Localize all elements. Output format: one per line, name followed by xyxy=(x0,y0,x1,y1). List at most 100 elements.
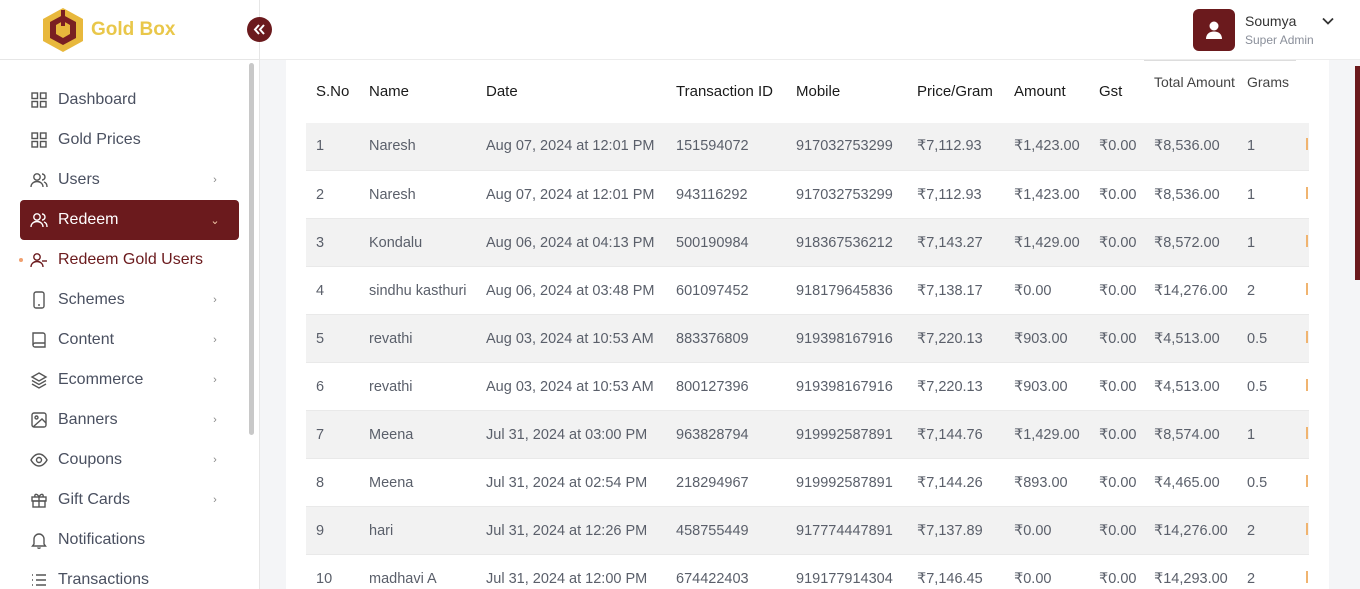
user-menu-chevron-down-icon[interactable] xyxy=(1321,14,1337,30)
sidebar-item-coupons[interactable]: Coupons › xyxy=(20,440,239,480)
cell-price-gram: ₹7,220.13 xyxy=(907,314,1004,363)
cell-gst: ₹0.00 xyxy=(1089,506,1144,555)
cell-transaction-id: 800127396 xyxy=(666,362,786,411)
column-header-price-gram[interactable]: Price/Gram xyxy=(907,61,1004,123)
cell-name: Meena xyxy=(359,458,476,507)
column-header-name[interactable]: Name xyxy=(359,61,476,123)
sidebar-item-content[interactable]: Content › xyxy=(20,320,239,360)
cell-grams: 2 xyxy=(1237,506,1296,555)
table-row[interactable]: 8 Meena Jul 31, 2024 at 02:54 PM 218294967 9… xyxy=(306,458,1309,507)
cell-gst: ₹0.00 xyxy=(1089,554,1144,589)
user-name: Soumya xyxy=(1245,13,1297,29)
cell-amount: ₹903.00 xyxy=(1004,362,1089,411)
table-body: 1 Naresh Aug 07, 2024 at 12:01 PM 151594072… xyxy=(306,122,1309,589)
avatar[interactable] xyxy=(1193,9,1235,51)
cell-overflow xyxy=(1296,458,1309,507)
collapse-sidebar-button[interactable] xyxy=(247,17,272,42)
cell-total-amount: ₹8,536.00 xyxy=(1144,170,1237,219)
chevron-right-icon: › xyxy=(213,334,217,346)
sidebar-item-redeem[interactable]: Redeem ⌄ xyxy=(20,200,239,240)
sidebar-scrollbar[interactable] xyxy=(249,63,254,435)
cell-gst: ₹0.00 xyxy=(1089,362,1144,411)
sidebar-item-users[interactable]: Users › xyxy=(20,160,239,200)
sidebar-item-notifications[interactable]: Notifications xyxy=(20,520,239,560)
action-edge-icon[interactable] xyxy=(1306,570,1308,583)
table-row[interactable]: 1 Naresh Aug 07, 2024 at 12:01 PM 151594072… xyxy=(306,122,1309,171)
chevron-right-icon: › xyxy=(213,454,217,466)
cell-total-amount: ₹4,465.00 xyxy=(1144,458,1237,507)
cell-price-gram: ₹7,146.45 xyxy=(907,554,1004,589)
table-row[interactable]: 6 revathi Aug 03, 2024 at 10:53 AM 80012739… xyxy=(306,362,1309,411)
sidebar-item-ecommerce[interactable]: Ecommerce › xyxy=(20,360,239,400)
sidebar-item-banners[interactable]: Banners › xyxy=(20,400,239,440)
cell-name: Kondalu xyxy=(359,218,476,267)
table-row[interactable]: 7 Meena Jul 31, 2024 at 03:00 PM 963828794 9… xyxy=(306,410,1309,459)
cell-mobile: 917032753299 xyxy=(786,122,907,171)
cell-amount: ₹893.00 xyxy=(1004,458,1089,507)
book-icon xyxy=(30,331,48,349)
page-scrollbar[interactable] xyxy=(1355,66,1360,280)
users-icon xyxy=(30,211,48,229)
cell-transaction-id: 218294967 xyxy=(666,458,786,507)
cell-overflow xyxy=(1296,554,1309,589)
cell-mobile: 919992587891 xyxy=(786,410,907,459)
sidebar-item-gold-prices[interactable]: Gold Prices xyxy=(20,120,239,160)
column-header-date[interactable]: Date xyxy=(476,61,666,123)
brand[interactable]: Gold Box xyxy=(0,0,259,60)
column-header-total-amount[interactable]: Total Amount xyxy=(1144,60,1237,123)
action-edge-icon[interactable] xyxy=(1306,186,1308,199)
column-header-gst[interactable]: Gst xyxy=(1089,61,1144,123)
column-header-amount[interactable]: Amount xyxy=(1004,61,1089,123)
top-header: Soumya Super Admin xyxy=(260,0,1360,60)
sidebar-item-label: Banners xyxy=(58,411,118,428)
cell-gst: ₹0.00 xyxy=(1089,410,1144,459)
sidebar-item-gift-cards[interactable]: Gift Cards › xyxy=(20,480,239,520)
table-row[interactable]: 3 Kondalu Aug 06, 2024 at 04:13 PM 50019098… xyxy=(306,218,1309,267)
action-edge-icon[interactable] xyxy=(1306,378,1308,391)
action-edge-icon[interactable] xyxy=(1306,282,1308,295)
sidebar-item-label: Dashboard xyxy=(58,91,137,108)
eye-icon xyxy=(30,451,48,469)
column-header-grams[interactable]: Grams xyxy=(1237,60,1296,123)
cell-total-amount: ₹14,293.00 xyxy=(1144,554,1237,589)
sidebar-item-transactions[interactable]: Transactions xyxy=(20,560,239,589)
cell-gst: ₹0.00 xyxy=(1089,458,1144,507)
cell-overflow xyxy=(1296,170,1309,219)
cell-overflow xyxy=(1296,218,1309,267)
sidebar-item-schemes[interactable]: Schemes › xyxy=(20,280,239,320)
sidebar-item-redeem-gold-users[interactable]: Redeem Gold Users xyxy=(19,240,239,280)
cell-transaction-id: 151594072 xyxy=(666,122,786,171)
sidebar-item-dashboard[interactable]: Dashboard xyxy=(20,80,239,120)
cell-date: Aug 03, 2024 at 10:53 AM xyxy=(476,314,666,363)
cell-price-gram: ₹7,144.76 xyxy=(907,410,1004,459)
table-row[interactable]: 2 Naresh Aug 07, 2024 at 12:01 PM 943116292… xyxy=(306,170,1309,219)
cell-sno: 7 xyxy=(306,410,359,459)
column-header-mobile[interactable]: Mobile xyxy=(786,61,907,123)
gold-box-logo-icon xyxy=(42,7,84,53)
cell-price-gram: ₹7,220.13 xyxy=(907,362,1004,411)
action-edge-icon[interactable] xyxy=(1306,426,1308,439)
cell-gst: ₹0.00 xyxy=(1089,266,1144,315)
action-edge-icon[interactable] xyxy=(1306,522,1308,535)
cell-mobile: 919398167916 xyxy=(786,314,907,363)
action-edge-icon[interactable] xyxy=(1306,138,1308,151)
action-edge-icon[interactable] xyxy=(1306,330,1308,343)
table-row[interactable]: 9 hari Jul 31, 2024 at 12:26 PM 458755449 91… xyxy=(306,506,1309,555)
table-row[interactable]: 5 revathi Aug 03, 2024 at 10:53 AM 88337680… xyxy=(306,314,1309,363)
double-chevron-left-icon xyxy=(253,24,265,35)
table-row[interactable]: 4 sindhu kasthuri Aug 06, 2024 at 03:48 PM… xyxy=(306,266,1309,315)
cell-transaction-id: 458755449 xyxy=(666,506,786,555)
cell-price-gram: ₹7,137.89 xyxy=(907,506,1004,555)
table-row[interactable]: 10 madhavi A Jul 31, 2024 at 12:00 PM 67442… xyxy=(306,554,1309,589)
column-header-sno[interactable]: S.No xyxy=(306,61,359,123)
cell-date: Aug 07, 2024 at 12:01 PM xyxy=(476,122,666,171)
action-edge-icon[interactable] xyxy=(1306,234,1308,247)
cell-grams: 0.5 xyxy=(1237,458,1296,507)
column-header-transaction-id[interactable]: Transaction ID xyxy=(666,61,786,123)
action-edge-icon[interactable] xyxy=(1306,474,1308,487)
cell-price-gram: ₹7,112.93 xyxy=(907,170,1004,219)
cell-overflow xyxy=(1296,410,1309,459)
cell-sno: 5 xyxy=(306,314,359,363)
user-role: Super Admin xyxy=(1245,33,1314,47)
cell-date: Aug 07, 2024 at 12:01 PM xyxy=(476,170,666,219)
